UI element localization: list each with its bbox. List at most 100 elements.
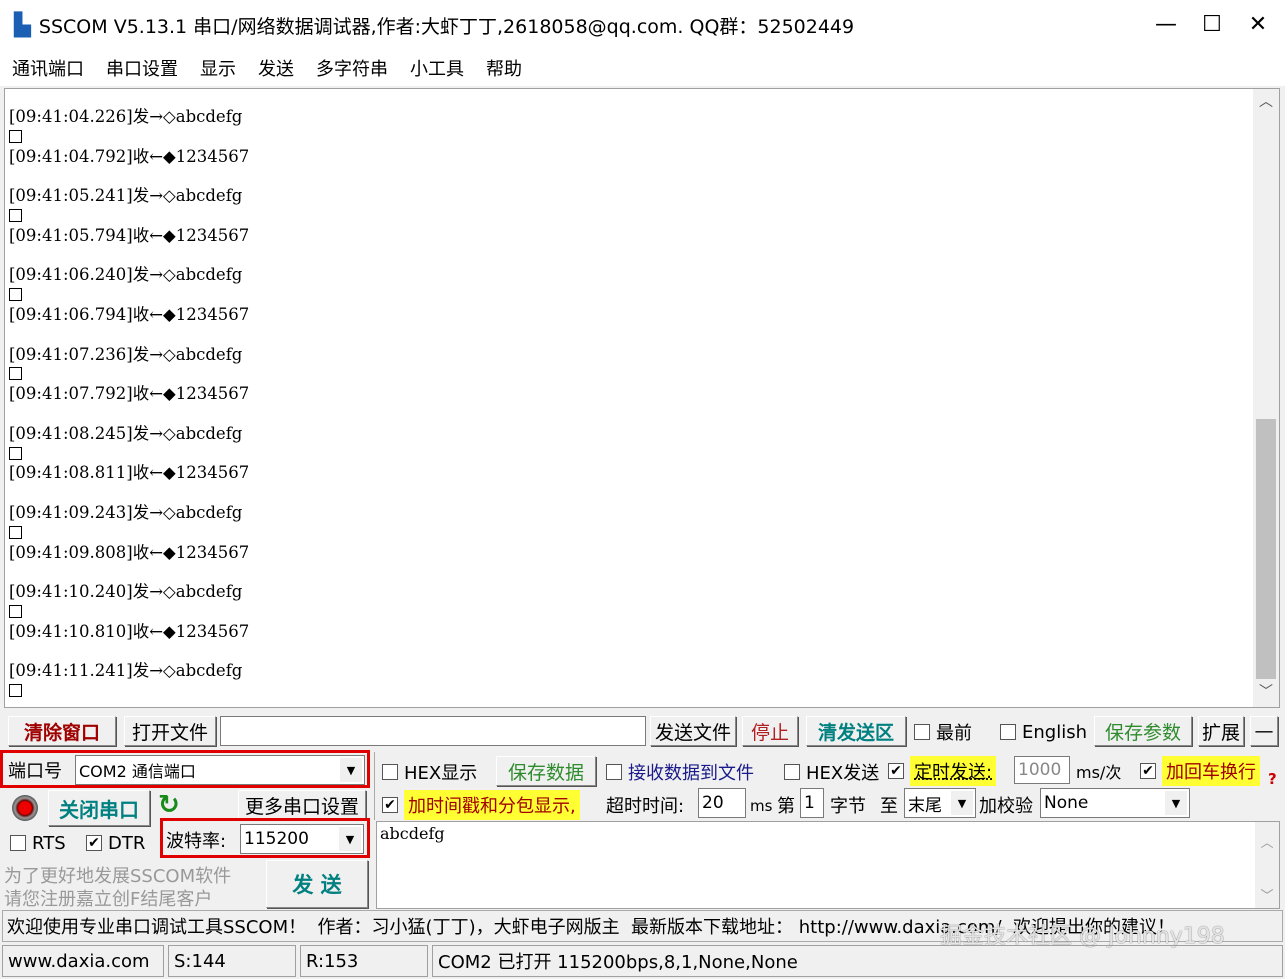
stop-button[interactable]: 停止 — [742, 716, 798, 746]
checksum-value: None — [1044, 793, 1089, 813]
promo-line-2[interactable]: 请您注册嘉立创F结尾客户 — [4, 885, 212, 911]
log-dir: 发→◇ — [132, 265, 176, 285]
log-time: [09:41:11.241] — [9, 661, 133, 681]
scroll-thumb[interactable] — [1256, 419, 1276, 679]
timeout-label: 超时时间: — [606, 796, 685, 817]
log-line: [09:41:05.794]收←◆1234567 — [9, 226, 1279, 246]
log-scrollbar[interactable]: ︿ ﹀ — [1253, 89, 1279, 707]
log-dir: 发→◇ — [132, 344, 176, 364]
log-data: abcdefg — [175, 107, 243, 126]
rts-label: RTS — [32, 832, 66, 854]
log-data: abcdefg — [175, 423, 243, 443]
log-dir: 发→◇ — [132, 582, 176, 602]
more-settings-button[interactable]: 更多串口设置 — [238, 790, 366, 820]
collapse-button[interactable]: — — [1250, 716, 1278, 746]
log-line: [09:41:07.236]发→◇abcdefg — [9, 345, 1279, 365]
minimize-button[interactable]: — — [1143, 8, 1189, 42]
to-select[interactable]: 末尾 ▼ — [904, 788, 976, 818]
log-dir: 收←◆ — [132, 146, 176, 166]
log-line: [09:41:05.241]发→◇abcdefg — [9, 186, 1279, 206]
log-dir: 收←◆ — [132, 384, 176, 404]
timed-send-checkbox[interactable]: ✔ 定时发送: — [888, 756, 997, 786]
log-dir: 发→◇ — [132, 107, 176, 126]
file-path-input[interactable] — [220, 716, 646, 746]
log-data: abcdefg — [175, 582, 243, 602]
log-newline-marker — [9, 285, 1279, 305]
log-line: [09:41:06.794]收←◆1234567 — [9, 305, 1279, 325]
log-newline-marker — [9, 127, 1279, 147]
send-button[interactable]: 发 送 — [266, 860, 368, 908]
log-blank — [9, 404, 1279, 424]
rts-checkbox[interactable]: RTS — [10, 830, 66, 856]
status-led-icon — [12, 795, 38, 821]
send-textarea[interactable]: abcdefg ︿ ﹀ — [376, 821, 1280, 909]
hex-display-checkbox[interactable]: HEX显示 — [382, 758, 477, 786]
menu-help[interactable]: 帮助 — [486, 55, 522, 81]
log-blank — [9, 325, 1279, 345]
recv-to-file-checkbox[interactable]: 接收数据到文件 — [606, 758, 754, 786]
log-data: abcdefg — [175, 186, 243, 206]
help-icon[interactable]: ? — [1268, 770, 1277, 788]
byte-from-input[interactable]: 1 — [800, 788, 824, 818]
clear-window-button[interactable]: 清除窗口 — [8, 716, 116, 746]
log-data: 1234567 — [175, 542, 250, 562]
menu-multi-string[interactable]: 多字符串 — [316, 55, 388, 81]
log-line: [09:41:11.241]发→◇abcdefg — [9, 661, 1279, 681]
chevron-down-icon[interactable]: ▼ — [951, 791, 973, 815]
english-checkbox[interactable]: English — [1000, 718, 1087, 746]
status-site: www.daxia.com — [2, 945, 164, 977]
log-line: [09:41:09.243]发→◇abcdefg — [9, 503, 1279, 523]
add-crlf-label: 加回车换行 — [1162, 756, 1260, 786]
log-line: [09:41:09.808]收←◆1234567 — [9, 543, 1279, 563]
menu-serial-settings[interactable]: 串口设置 — [106, 55, 178, 81]
log-time: [09:41:04.792] — [9, 146, 133, 166]
highlight-box-baud — [160, 818, 370, 858]
send-file-button[interactable]: 发送文件 — [650, 716, 736, 746]
interval-input[interactable]: 1000 — [1014, 756, 1070, 784]
status-sent: S:144 — [168, 945, 296, 977]
dtr-label: DTR — [108, 832, 146, 854]
newline-box-icon — [9, 446, 22, 460]
interval-unit: ms/次 — [1076, 763, 1122, 782]
hex-send-checkbox[interactable]: HEX发送 — [784, 758, 879, 786]
save-data-button[interactable]: 保存数据 — [496, 756, 596, 786]
log-dir: 收←◆ — [132, 463, 176, 483]
newline-box-icon — [9, 208, 22, 222]
send-scrollbar[interactable]: ︿ ﹀ — [1255, 822, 1279, 908]
checksum-select[interactable]: None ▼ — [1040, 788, 1190, 818]
scroll-down-icon[interactable]: ﹀ — [1253, 683, 1279, 703]
receive-log[interactable]: [09:41:04.226]发→◇abcdefg [09:41:04.792]收←… — [4, 88, 1280, 708]
log-blank — [9, 166, 1279, 186]
scroll-up-icon[interactable]: ︿ — [1253, 93, 1279, 113]
add-crlf-checkbox[interactable]: ✔ 加回车换行 — [1140, 756, 1260, 786]
menu-send[interactable]: 发送 — [258, 55, 294, 81]
menu-port[interactable]: 通讯端口 — [12, 55, 84, 81]
log-blank — [9, 562, 1279, 582]
title-bar: ▙ SSCOM V5.13.1 串口/网络数据调试器,作者:大虾丁丁,26180… — [0, 0, 1285, 50]
menu-display[interactable]: 显示 — [200, 55, 236, 81]
app-icon: ▙ — [14, 12, 31, 38]
menu-tools[interactable]: 小工具 — [410, 55, 464, 81]
dtr-checkbox[interactable]: ✔ DTR — [86, 830, 145, 856]
to-value: 末尾 — [908, 795, 942, 816]
log-time: [09:41:07.792] — [9, 384, 133, 404]
close-port-button[interactable]: 关闭串口 — [48, 790, 150, 826]
save-params-button[interactable]: 保存参数 — [1094, 716, 1192, 746]
topmost-checkbox[interactable]: 最前 — [914, 718, 972, 746]
newline-box-icon — [9, 525, 22, 539]
close-button[interactable]: ✕ — [1235, 8, 1281, 42]
maximize-button[interactable]: ☐ — [1189, 8, 1235, 42]
chevron-down-icon[interactable]: ▼ — [1165, 791, 1187, 815]
timestamp-checkbox[interactable]: ✔ 加时间戳和分包显示, — [382, 790, 580, 820]
expand-button[interactable]: 扩展 — [1198, 716, 1244, 746]
log-data: 1234567 — [175, 463, 250, 483]
timeout-input[interactable]: 20 — [698, 788, 746, 818]
log-time: [09:41:10.810] — [9, 621, 133, 641]
newline-box-icon — [9, 288, 22, 302]
clear-send-button[interactable]: 清发送区 — [806, 716, 906, 746]
log-time: [09:41:09.243] — [9, 502, 133, 522]
refresh-icon[interactable]: ↻ — [158, 790, 180, 820]
open-file-button[interactable]: 打开文件 — [124, 716, 216, 746]
log-time: [09:41:05.794] — [9, 225, 133, 245]
log-time: [09:41:06.240] — [9, 265, 133, 285]
